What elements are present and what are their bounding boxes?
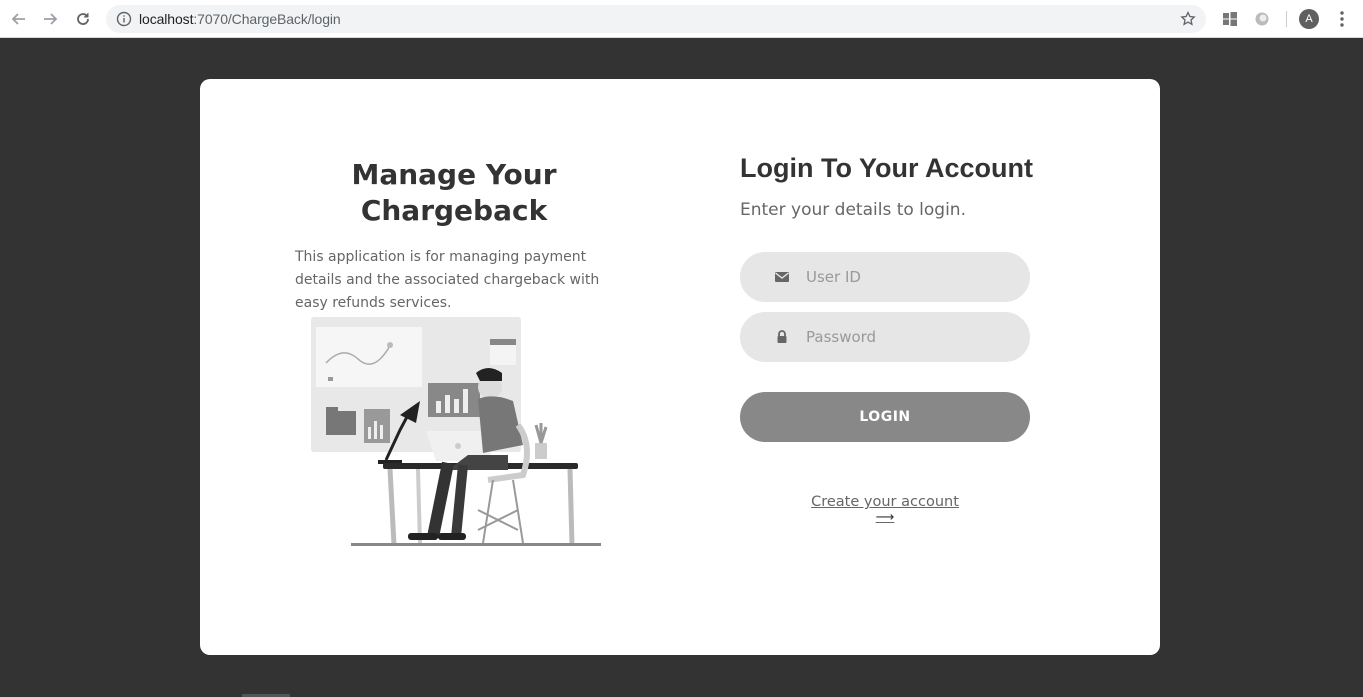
url-path: :7070/ChargeBack/login (193, 11, 341, 27)
promo-description: This application is for managing payment… (295, 249, 600, 311)
forward-icon[interactable] (40, 9, 60, 29)
address-bar[interactable]: localhost:7070/ChargeBack/login (106, 5, 1206, 33)
windows-extension-icon[interactable] (1222, 11, 1238, 27)
login-title: Login To Your Account (740, 153, 1033, 183)
profile-avatar[interactable]: A (1299, 9, 1319, 29)
browser-toolbar: localhost:7070/ChargeBack/login A (0, 0, 1363, 38)
arrow-right-icon[interactable]: ⟶ (740, 511, 1030, 525)
kebab-menu-icon[interactable] (1336, 10, 1348, 28)
info-icon[interactable] (116, 11, 132, 27)
circle-extension-icon[interactable] (1254, 11, 1270, 27)
bookmark-star-icon[interactable] (1180, 11, 1196, 27)
envelope-icon (775, 272, 789, 282)
toolbar-divider (1286, 11, 1287, 27)
create-account-link[interactable]: Create your account ⟶ (740, 493, 1030, 525)
password-input[interactable] (806, 312, 1016, 362)
back-icon[interactable] (9, 9, 29, 29)
create-account-label[interactable]: Create your account (811, 494, 959, 510)
reload-icon[interactable] (73, 9, 93, 29)
lock-icon (777, 330, 787, 343)
login-card: Manage Your Chargeback This application … (200, 79, 1160, 655)
login-subtitle: Enter your details to login. (740, 200, 966, 220)
user-id-field[interactable] (740, 252, 1030, 302)
url-text[interactable]: localhost:7070/ChargeBack/login (139, 11, 341, 27)
workspace-illustration (311, 317, 601, 546)
url-host: localhost (139, 11, 194, 27)
login-button[interactable]: LOGIN (740, 392, 1030, 442)
user-id-input[interactable] (806, 252, 1016, 302)
password-field[interactable] (740, 312, 1030, 362)
promo-title: Manage Your Chargeback (351, 158, 557, 227)
